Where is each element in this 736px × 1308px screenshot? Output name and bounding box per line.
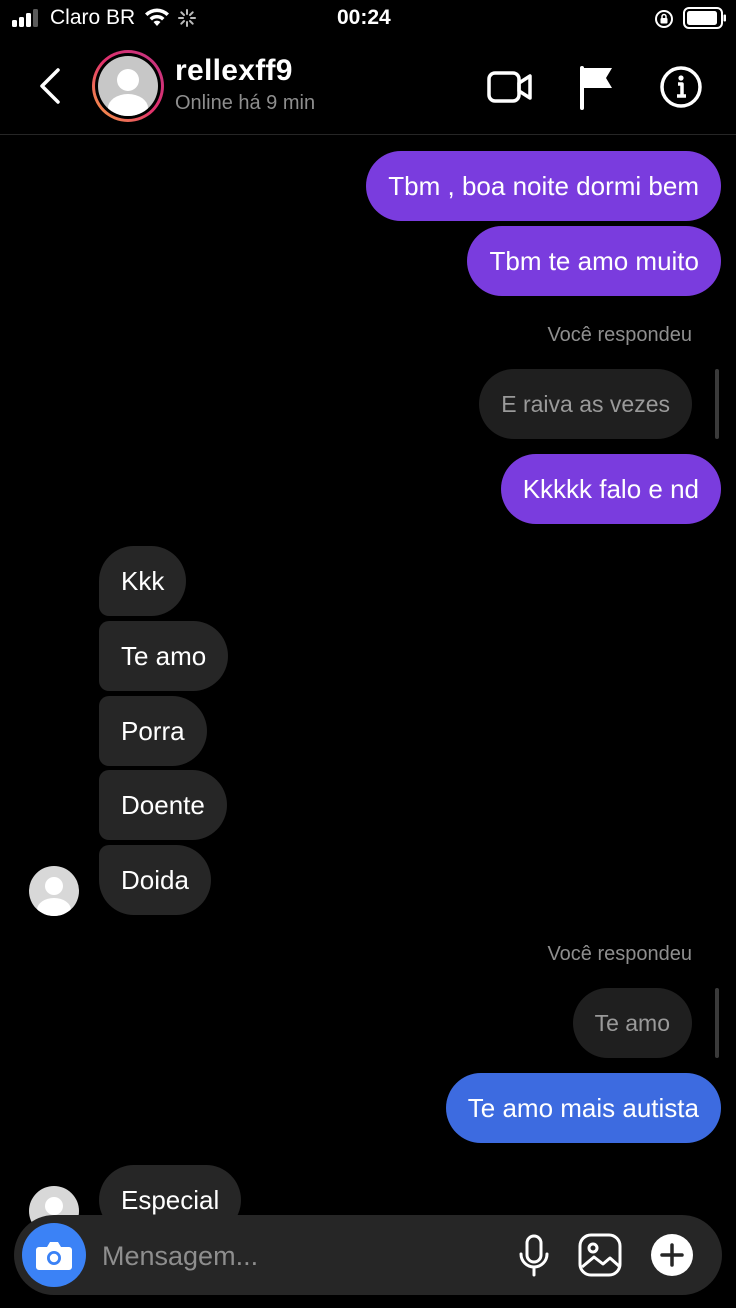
quoted-message[interactable]: Te amo (572, 988, 692, 1058)
activity-spinner-icon (178, 9, 196, 27)
status-bar: Claro BR 00:24 (0, 0, 736, 40)
reply-label: Você respondeu (547, 943, 692, 965)
info-icon[interactable] (657, 64, 705, 110)
received-message[interactable]: Doente (99, 770, 227, 840)
quoted-message[interactable]: E raiva as vezes (479, 369, 692, 439)
received-message[interactable]: Kkk (99, 546, 187, 616)
wifi-icon (145, 8, 169, 26)
received-message[interactable]: Porra (99, 696, 207, 766)
sender-avatar[interactable] (29, 866, 79, 916)
video-call-icon[interactable] (486, 64, 534, 110)
sent-message[interactable]: Tbm te amo muito (467, 226, 721, 296)
message-composer (14, 1215, 722, 1295)
plus-icon[interactable] (648, 1231, 696, 1279)
carrier-name: Claro BR (50, 6, 136, 29)
battery-icon (683, 7, 726, 29)
reply-indicator (715, 369, 719, 439)
orientation-lock-icon (655, 10, 673, 28)
chat-username[interactable]: rellexff9 (175, 54, 293, 88)
sent-message[interactable]: Kkkkk falo e nd (500, 454, 721, 524)
back-chevron-icon[interactable] (34, 64, 70, 108)
camera-icon (36, 1242, 72, 1270)
reply-indicator (715, 988, 719, 1058)
presence-status: Online há 9 min (175, 92, 316, 114)
avatar[interactable] (92, 50, 164, 122)
chat-header: rellexff9 Online há 9 min (0, 40, 736, 135)
camera-button[interactable] (22, 1223, 86, 1287)
default-avatar-icon (108, 69, 148, 116)
default-avatar-icon (37, 877, 71, 916)
sent-message[interactable]: Tbm , boa noite dormi bem (366, 151, 721, 221)
received-message[interactable]: Te amo (99, 621, 229, 691)
sent-message[interactable]: Te amo mais autista (445, 1073, 721, 1143)
flag-icon[interactable] (574, 64, 622, 110)
message-input[interactable] (100, 1233, 484, 1279)
microphone-icon[interactable] (510, 1231, 558, 1279)
cellular-signal-icon (12, 9, 42, 27)
status-time: 00:24 (337, 6, 391, 29)
gallery-icon[interactable] (576, 1231, 624, 1279)
reply-label: Você respondeu (547, 324, 692, 346)
received-message[interactable]: Doida (99, 845, 211, 915)
